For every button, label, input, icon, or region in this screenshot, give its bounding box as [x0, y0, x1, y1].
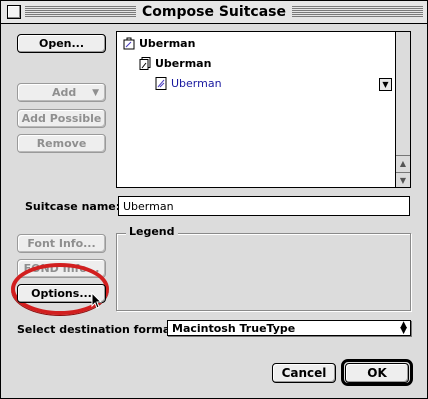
- suitcase-contents-list[interactable]: Uberman Uberman Uberman ▼ ▲ ▼: [116, 31, 411, 188]
- legend-group: [116, 233, 411, 311]
- list-item[interactable]: Uberman: [155, 77, 222, 90]
- list-item[interactable]: Uberman: [139, 57, 211, 70]
- open-button-label: Open...: [38, 37, 85, 50]
- font-file-icon: [155, 77, 167, 90]
- add-possible-button[interactable]: Add Possible: [17, 109, 106, 128]
- list-item[interactable]: Uberman: [123, 37, 195, 50]
- cancel-button-label: Cancel: [281, 366, 327, 380]
- scroll-up-icon[interactable]: ▲: [396, 155, 410, 170]
- window-title: Compose Suitcase: [1, 4, 427, 20]
- font-family-icon: [139, 57, 151, 70]
- font-info-button[interactable]: Font Info...: [17, 234, 106, 253]
- add-button-label: Add: [52, 86, 77, 99]
- remove-button-label: Remove: [36, 137, 87, 150]
- suitcase-icon: [123, 37, 135, 50]
- remove-button[interactable]: Remove: [17, 134, 106, 153]
- list-item-menu-icon[interactable]: ▼: [379, 78, 392, 91]
- list-item-label: Uberman: [171, 77, 222, 90]
- add-possible-button-label: Add Possible: [21, 112, 102, 125]
- open-button[interactable]: Open...: [17, 34, 106, 53]
- compose-suitcase-dialog: Compose Suitcase Open... Add ▼ Add Possi…: [0, 0, 428, 399]
- list-scrollbar[interactable]: ▲ ▼: [395, 32, 410, 187]
- suitcase-name-label: Suitcase name:: [25, 200, 121, 213]
- mouse-pointer-icon: [91, 292, 103, 309]
- destination-format-select[interactable]: Macintosh TrueType ▲ ▼: [167, 320, 411, 336]
- ok-button-label: OK: [367, 366, 387, 380]
- destination-format-label: Select destination format:: [17, 323, 180, 336]
- suitcase-name-field[interactable]: Uberman: [118, 196, 410, 216]
- popup-arrow-icon: ▼: [92, 88, 99, 98]
- scroll-down-icon[interactable]: ▼: [396, 172, 410, 187]
- list-item-label: Uberman: [139, 37, 196, 50]
- suitcase-name-value: Uberman: [123, 200, 174, 213]
- ok-button[interactable]: OK: [345, 363, 409, 383]
- list-item-label: Uberman: [155, 57, 212, 70]
- popup-stepper-icon: ▲ ▼: [400, 320, 407, 336]
- font-info-button-label: Font Info...: [27, 237, 96, 250]
- cancel-button[interactable]: Cancel: [272, 363, 336, 383]
- add-button[interactable]: Add ▼: [17, 83, 106, 102]
- title-bar[interactable]: Compose Suitcase: [1, 1, 427, 24]
- legend-title: Legend: [126, 225, 178, 238]
- destination-format-value: Macintosh TrueType: [172, 322, 296, 335]
